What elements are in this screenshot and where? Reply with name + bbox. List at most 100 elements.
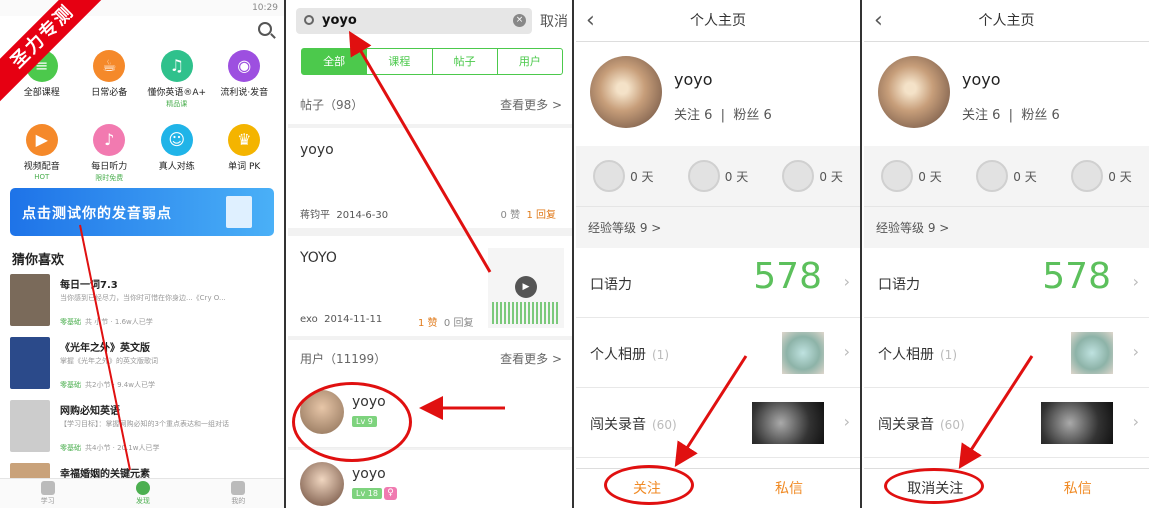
like-badge[interactable]: 0 天 <box>782 160 843 192</box>
voice-badge[interactable]: 0 天 <box>976 160 1037 192</box>
avatar[interactable] <box>590 56 662 128</box>
bottom-tab-bar: 学习 发现 我的 <box>0 478 284 508</box>
checkin-badge[interactable]: 0 天 <box>593 160 654 192</box>
category-daily[interactable]: ☕ 日常必备 <box>76 50 144 120</box>
chevron-right-icon: › <box>1132 412 1139 431</box>
category-grid: ≡ 全部课程 ☕ 日常必备 ♫ 懂你英语®A+ 精品课 ◉ 流利说·发音 ▶ 视频配音 HOT… <box>8 50 278 194</box>
tab-study[interactable]: 学习 <box>0 479 95 508</box>
chevron-right-icon: › <box>843 412 850 431</box>
list-item[interactable]: 每日一词7.3 当你感到已经尽力，当你时可惜在你身边...《Cry O... 零基础… <box>10 272 276 335</box>
experience-level[interactable]: 经验等级 9 > <box>576 206 860 248</box>
cancel-button[interactable]: 取消 <box>540 11 568 31</box>
course-thumbnail <box>10 400 50 452</box>
list-item[interactable]: 网购必知英语 【学习目标】：掌握网购必知的3个重点表达和一组对话 零基础 共4小节 ·… <box>10 398 276 461</box>
tab-courses[interactable]: 课程 <box>367 49 433 74</box>
highlight-user-oval <box>292 382 412 462</box>
category-video-dub[interactable]: ▶ 视频配音 HOT <box>8 124 76 194</box>
fans-count[interactable]: 粉丝 6 <box>733 108 771 123</box>
trophy-icon: ♛ <box>228 124 261 156</box>
thumbs-up-icon <box>1071 160 1104 192</box>
album-row[interactable]: 个人相册 (1) › <box>576 318 860 388</box>
badge-row: 0 天 0 天 0 天 <box>864 146 1149 206</box>
search-icon <box>304 15 314 25</box>
highlight-follow-oval <box>604 465 694 505</box>
category-word-pk[interactable]: ♛ 单词 PK <box>211 124 279 194</box>
tab-users[interactable]: 用户 <box>498 49 562 74</box>
play-icon[interactable]: ▶ <box>515 276 537 298</box>
voice-badge[interactable]: 0 天 <box>687 160 748 192</box>
book-icon <box>40 481 55 495</box>
message-button[interactable]: 私信 <box>718 469 860 508</box>
level-badge: Lv 18 <box>352 488 382 499</box>
highlight-unfollow-oval <box>884 468 984 504</box>
search-input[interactable]: yoyo × <box>296 8 532 34</box>
recordings-row[interactable]: 闯关录音 (60) › <box>576 388 860 458</box>
chevron-right-icon: › <box>843 342 850 361</box>
user-name: yoyo <box>962 70 1001 89</box>
chat-face-icon: ☺ <box>160 124 193 156</box>
like-badge[interactable]: 0 天 <box>1071 160 1132 192</box>
pronunciation-test-banner[interactable]: 点击测试你的发音弱点 <box>10 188 274 236</box>
headphones-icon: ♪ <box>93 124 126 156</box>
post-card[interactable]: YOYO exo 2014-11-11 1 赞 0 回复 ▶ <box>288 236 572 336</box>
course-list: 每日一词7.3 当你感到已经尽力，当你时可惜在你身边...《Cry O... 零基础… <box>10 272 276 508</box>
post-card[interactable]: yoyo 蒋钧平 2014-6-30 0 赞 1 回复 <box>288 128 572 228</box>
category-dongni[interactable]: ♫ 懂你英语®A+ 精品课 <box>143 50 211 120</box>
back-icon[interactable]: ‹ <box>874 0 883 42</box>
profile-screen: ‹ 个人主页 yoyo 关注 6 | 粉丝 6 0 天 0 天 0 天 经验等级 … <box>576 0 862 508</box>
avatar[interactable] <box>878 56 950 128</box>
waveform <box>492 302 560 324</box>
nav-bar: ‹ 个人主页 <box>864 0 1149 42</box>
users-header: 用户（11199） 查看更多 > <box>288 340 572 378</box>
course-thumbnail <box>10 337 50 389</box>
chevron-right-icon: › <box>1132 342 1139 361</box>
search-tabs: 全部 课程 帖子 用户 <box>301 48 563 75</box>
checkin-badge[interactable]: 0 天 <box>881 160 942 192</box>
category-pronunciation[interactable]: ◉ 流利说·发音 <box>211 50 279 120</box>
tab-me[interactable]: 我的 <box>191 479 284 508</box>
album-row[interactable]: 个人相册 (1) › <box>864 318 1149 388</box>
recording-thumbnail <box>1041 402 1113 444</box>
nav-bar: ‹ 个人主页 <box>576 0 860 42</box>
message-button[interactable]: 私信 <box>1007 469 1149 508</box>
audio-thumbnail[interactable]: ▶ <box>488 248 564 328</box>
users-more-link[interactable]: 查看更多 > <box>500 340 562 378</box>
badge-row: 0 天 0 天 0 天 <box>576 146 860 206</box>
check-icon <box>593 160 626 192</box>
person-icon <box>231 481 246 495</box>
follows-count[interactable]: 关注 6 <box>962 108 1000 123</box>
tab-discover[interactable]: 发现 <box>95 479 190 508</box>
thumbs-up-icon <box>782 160 815 192</box>
tab-all[interactable]: 全部 <box>302 49 368 74</box>
recordings-row[interactable]: 闯关录音 (60) › <box>864 388 1149 458</box>
course-thumbnail <box>10 274 50 326</box>
chevron-right-icon: › <box>843 272 850 291</box>
oral-score-row[interactable]: 口语力 578 › <box>576 248 860 318</box>
posts-more-link[interactable]: 查看更多 > <box>500 86 562 124</box>
check-icon <box>881 160 914 192</box>
posts-header: 帖子（98） 查看更多 > <box>288 86 572 124</box>
avatar <box>300 462 344 506</box>
search-icon[interactable] <box>258 22 272 36</box>
follows-count[interactable]: 关注 6 <box>674 108 712 123</box>
planet-icon <box>135 481 150 495</box>
tab-posts[interactable]: 帖子 <box>433 49 498 74</box>
discover-screen: 10:29 圣力专测 ≡ 全部课程 ☕ 日常必备 ♫ 懂你英语®A+ 精品课 ◉ 流利说·… <box>0 0 286 508</box>
category-listening[interactable]: ♪ 每日听力 限时免费 <box>76 124 144 194</box>
experience-level[interactable]: 经验等级 9 > <box>864 206 1149 248</box>
gender-female-icon: ♀ <box>384 487 397 500</box>
profile-screen-followed: ‹ 个人主页 yoyo 关注 6 | 粉丝 6 0 天 0 天 0 天 经验等级 … <box>864 0 1149 508</box>
list-item[interactable]: 《光年之外》英文版 掌握《光年之外》的英文版歌词 零基础 共2小节 · 9.4w人已学 <box>10 335 276 398</box>
soundwave-icon: ♫ <box>160 50 193 82</box>
profile-header: yoyo 关注 6 | 粉丝 6 <box>576 42 860 146</box>
chevron-right-icon: › <box>1132 272 1139 291</box>
waveform-icon <box>687 160 720 192</box>
fans-count[interactable]: 粉丝 6 <box>1021 108 1059 123</box>
back-icon[interactable]: ‹ <box>586 0 595 42</box>
clear-icon[interactable]: × <box>513 14 526 27</box>
status-bar: 10:29 <box>0 0 284 16</box>
category-live-practice[interactable]: ☺ 真人对练 <box>143 124 211 194</box>
cup-icon: ☕ <box>93 50 126 82</box>
waveform-icon <box>976 160 1009 192</box>
oral-score-row[interactable]: 口语力 578 › <box>864 248 1149 318</box>
